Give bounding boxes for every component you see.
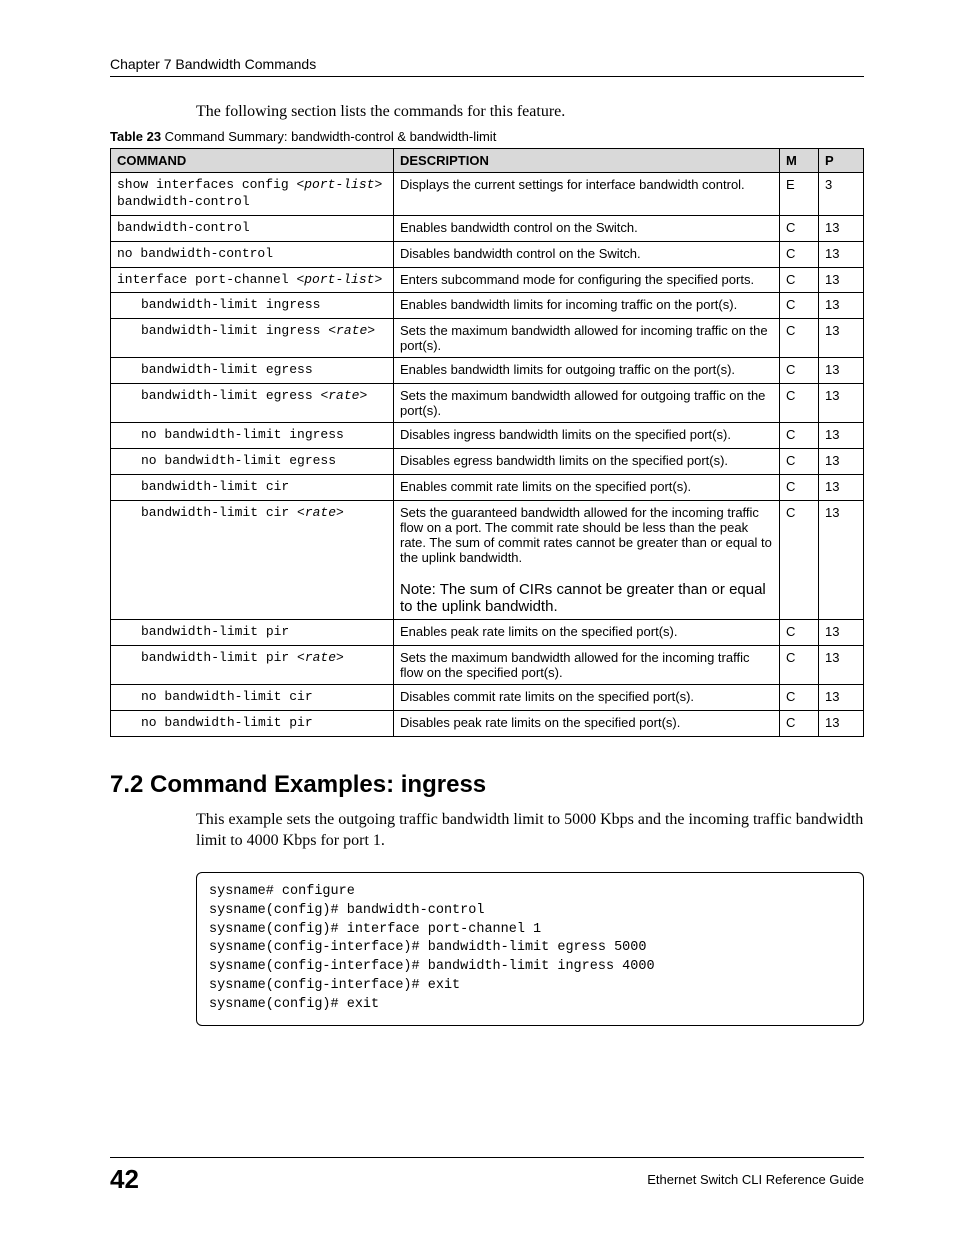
command-cell: no bandwidth-control — [111, 241, 394, 267]
m-cell: E — [780, 173, 819, 216]
m-cell: C — [780, 423, 819, 449]
command-cell: bandwidth-limit pir — [111, 619, 394, 645]
command-cell: bandwidth-limit cir — [111, 475, 394, 501]
col-header-description: DESCRIPTION — [394, 149, 780, 173]
command-cell: no bandwidth-limit pir — [111, 710, 394, 736]
command-cell: bandwidth-control — [111, 215, 394, 241]
m-cell: C — [780, 500, 819, 619]
description-cell: Disables ingress bandwidth limits on the… — [394, 423, 780, 449]
description-cell: Disables commit rate limits on the speci… — [394, 684, 780, 710]
table-caption-number: Table 23 — [110, 129, 161, 144]
section-heading: 7.2 Command Examples: ingress — [110, 771, 864, 799]
command-cell: show interfaces config <port-list> bandw… — [111, 173, 394, 216]
table-row: bandwidth-controlEnables bandwidth contr… — [111, 215, 864, 241]
table-row: bandwidth-limit ingressEnables bandwidth… — [111, 293, 864, 319]
p-cell: 13 — [819, 500, 864, 619]
p-cell: 13 — [819, 645, 864, 684]
p-cell: 13 — [819, 384, 864, 423]
description-cell: Enables peak rate limits on the specifie… — [394, 619, 780, 645]
table-caption-text: Command Summary: bandwidth-control & ban… — [161, 129, 496, 144]
description-cell: Enables bandwidth control on the Switch. — [394, 215, 780, 241]
m-cell: C — [780, 619, 819, 645]
p-cell: 13 — [819, 619, 864, 645]
p-cell: 3 — [819, 173, 864, 216]
intro-text: The following section lists the commands… — [196, 103, 864, 121]
p-cell: 13 — [819, 319, 864, 358]
p-cell: 13 — [819, 475, 864, 501]
m-cell: C — [780, 319, 819, 358]
description-cell: Sets the maximum bandwidth allowed for i… — [394, 319, 780, 358]
p-cell: 13 — [819, 710, 864, 736]
page-footer: 42 Ethernet Switch CLI Reference Guide — [110, 1157, 864, 1195]
description-cell: Sets the guaranteed bandwidth allowed fo… — [394, 500, 780, 619]
table-row: no bandwidth-limit egressDisables egress… — [111, 449, 864, 475]
table-row: bandwidth-limit pir <rate>Sets the maxim… — [111, 645, 864, 684]
code-example: sysname# configure sysname(config)# band… — [196, 872, 864, 1026]
m-cell: C — [780, 645, 819, 684]
m-cell: C — [780, 215, 819, 241]
command-summary-table: COMMAND DESCRIPTION M P show interfaces … — [110, 148, 864, 737]
description-cell: Displays the current settings for interf… — [394, 173, 780, 216]
m-cell: C — [780, 267, 819, 293]
p-cell: 13 — [819, 267, 864, 293]
description-cell: Enables bandwidth limits for incoming tr… — [394, 293, 780, 319]
table-header-row: COMMAND DESCRIPTION M P — [111, 149, 864, 173]
p-cell: 13 — [819, 449, 864, 475]
p-cell: 13 — [819, 241, 864, 267]
section-body: This example sets the outgoing traffic b… — [196, 809, 864, 852]
page-number: 42 — [110, 1164, 139, 1195]
col-header-m: M — [780, 149, 819, 173]
m-cell: C — [780, 475, 819, 501]
m-cell: C — [780, 449, 819, 475]
description-cell: Disables peak rate limits on the specifi… — [394, 710, 780, 736]
command-cell: bandwidth-limit egress <rate> — [111, 384, 394, 423]
command-cell: no bandwidth-limit cir — [111, 684, 394, 710]
table-row: no bandwidth-limit cirDisables commit ra… — [111, 684, 864, 710]
m-cell: C — [780, 358, 819, 384]
command-cell: bandwidth-limit cir <rate> — [111, 500, 394, 619]
table-row: interface port-channel <port-list>Enters… — [111, 267, 864, 293]
command-cell: interface port-channel <port-list> — [111, 267, 394, 293]
table-row: no bandwidth-limit ingressDisables ingre… — [111, 423, 864, 449]
m-cell: C — [780, 241, 819, 267]
col-header-command: COMMAND — [111, 149, 394, 173]
p-cell: 13 — [819, 358, 864, 384]
description-cell: Sets the maximum bandwidth allowed for o… — [394, 384, 780, 423]
command-cell: no bandwidth-limit egress — [111, 449, 394, 475]
description-cell: Sets the maximum bandwidth allowed for t… — [394, 645, 780, 684]
description-cell: Enables commit rate limits on the specif… — [394, 475, 780, 501]
table-row: bandwidth-limit cirEnables commit rate l… — [111, 475, 864, 501]
col-header-p: P — [819, 149, 864, 173]
table-row: no bandwidth-controlDisables bandwidth c… — [111, 241, 864, 267]
description-cell: Enters subcommand mode for configuring t… — [394, 267, 780, 293]
table-row: bandwidth-limit egressEnables bandwidth … — [111, 358, 864, 384]
table-row: bandwidth-limit cir <rate>Sets the guara… — [111, 500, 864, 619]
p-cell: 13 — [819, 423, 864, 449]
command-cell: bandwidth-limit pir <rate> — [111, 645, 394, 684]
command-cell: bandwidth-limit ingress <rate> — [111, 319, 394, 358]
p-cell: 13 — [819, 215, 864, 241]
command-cell: bandwidth-limit ingress — [111, 293, 394, 319]
command-cell: bandwidth-limit egress — [111, 358, 394, 384]
description-cell: Enables bandwidth limits for outgoing tr… — [394, 358, 780, 384]
chapter-header: Chapter 7 Bandwidth Commands — [110, 56, 864, 72]
table-row: show interfaces config <port-list> bandw… — [111, 173, 864, 216]
table-row: bandwidth-limit pirEnables peak rate lim… — [111, 619, 864, 645]
header-rule — [110, 76, 864, 77]
m-cell: C — [780, 293, 819, 319]
m-cell: C — [780, 384, 819, 423]
m-cell: C — [780, 710, 819, 736]
table-row: bandwidth-limit egress <rate>Sets the ma… — [111, 384, 864, 423]
table-caption: Table 23 Command Summary: bandwidth-cont… — [110, 129, 864, 144]
footer-title: Ethernet Switch CLI Reference Guide — [647, 1172, 864, 1187]
description-cell: Disables egress bandwidth limits on the … — [394, 449, 780, 475]
table-row: bandwidth-limit ingress <rate>Sets the m… — [111, 319, 864, 358]
description-cell: Disables bandwidth control on the Switch… — [394, 241, 780, 267]
p-cell: 13 — [819, 293, 864, 319]
table-row: no bandwidth-limit pirDisables peak rate… — [111, 710, 864, 736]
command-cell: no bandwidth-limit ingress — [111, 423, 394, 449]
footer-rule — [110, 1157, 864, 1158]
m-cell: C — [780, 684, 819, 710]
p-cell: 13 — [819, 684, 864, 710]
